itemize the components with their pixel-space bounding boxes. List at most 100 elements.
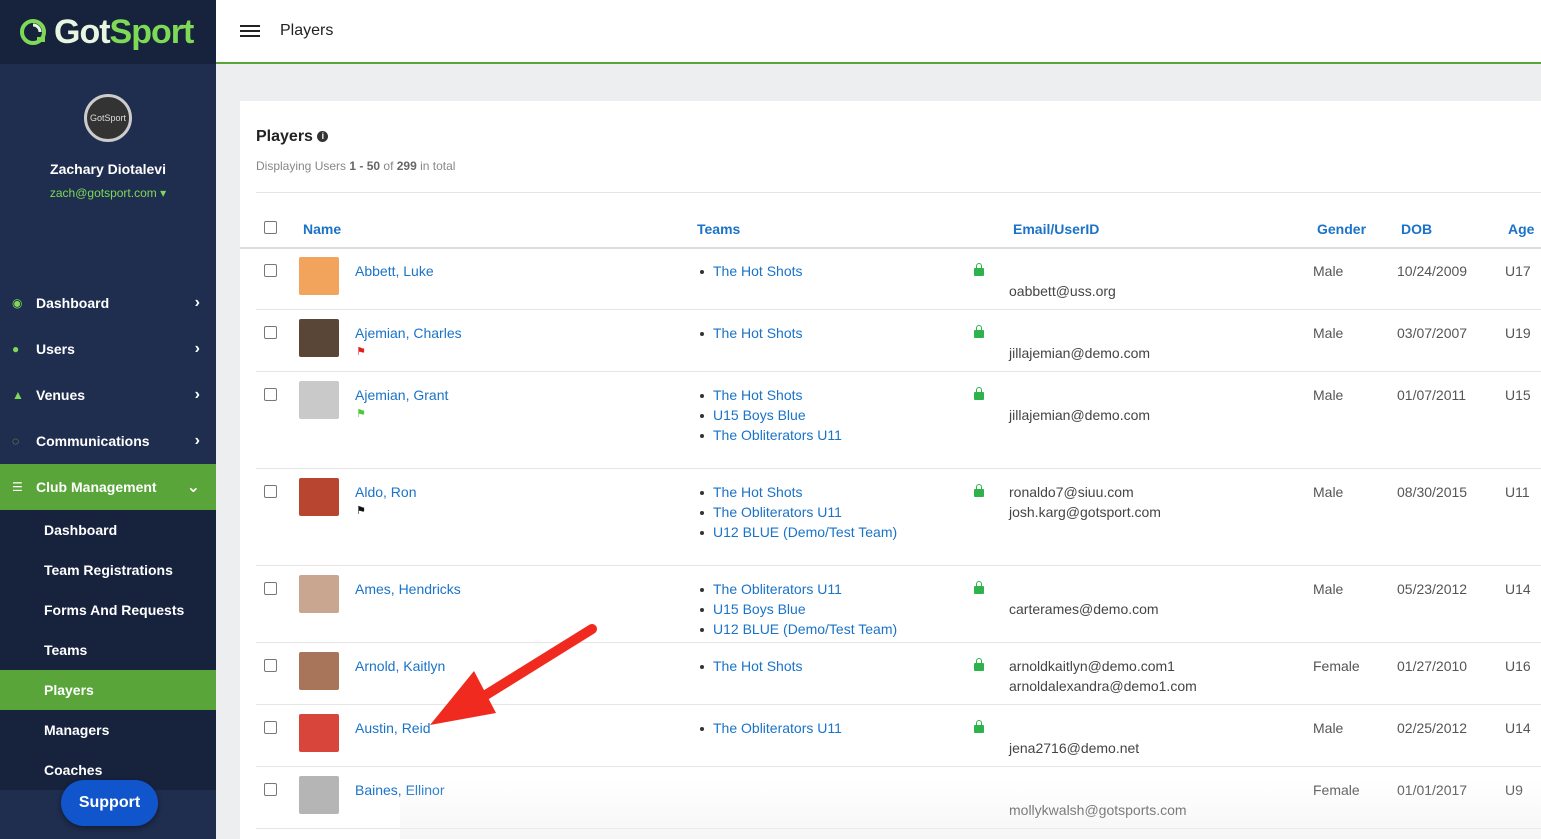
- row-checkbox[interactable]: [264, 659, 277, 672]
- email-text: mollykwalsh@gotsports.com: [1009, 802, 1187, 818]
- divider: [256, 192, 1541, 193]
- col-gender[interactable]: Gender: [1317, 221, 1366, 237]
- email-text: [1009, 782, 1187, 802]
- teams-list: The Obliterators U11 U15 Boys Blue U12 BLU…: [699, 581, 897, 641]
- hamburger-menu-icon[interactable]: [240, 22, 260, 40]
- col-teams[interactable]: Teams: [697, 221, 740, 237]
- team-link[interactable]: The Obliterators U11: [699, 720, 842, 740]
- row-checkbox[interactable]: [264, 388, 277, 401]
- row-checkbox[interactable]: [264, 264, 277, 277]
- home-icon: ▲: [12, 388, 24, 402]
- col-email[interactable]: Email/UserID: [1013, 221, 1099, 237]
- col-dob[interactable]: DOB: [1401, 221, 1432, 237]
- lock-icon: [974, 658, 984, 671]
- team-link[interactable]: The Hot Shots: [699, 325, 803, 345]
- email-text: [1009, 720, 1139, 740]
- teams-list: The Hot Shots: [699, 263, 803, 283]
- player-photo[interactable]: [299, 381, 339, 419]
- col-name[interactable]: Name: [303, 221, 341, 237]
- team-link[interactable]: U12 BLUE (Demo/Test Team): [699, 621, 897, 641]
- player-photo[interactable]: [299, 652, 339, 690]
- age-cell: U19: [1505, 325, 1531, 341]
- nav-venues[interactable]: ▲ Venues ›: [0, 372, 216, 418]
- player-photo[interactable]: [299, 575, 339, 613]
- player-name-link[interactable]: Baines, Ellinor: [355, 782, 445, 798]
- player-name-link[interactable]: Ames, Hendricks: [355, 581, 461, 597]
- subnav-dashboard[interactable]: Dashboard: [0, 510, 216, 550]
- age-cell: U14: [1505, 581, 1531, 597]
- nav-communications[interactable]: ◌ Communications ›: [0, 418, 216, 464]
- email-cell: mollykwalsh@gotsports.com: [1009, 782, 1187, 822]
- avatar[interactable]: GotSport: [84, 94, 132, 142]
- table-row: Aldo, Ron ⚑ The Hot Shots The Obliterators …: [256, 469, 1541, 566]
- nav-users[interactable]: ● Users ›: [0, 326, 216, 372]
- subnav-teams[interactable]: Teams: [0, 630, 216, 670]
- chevron-right-icon: ›: [194, 432, 200, 449]
- player-name-link[interactable]: Aldo, Ron: [355, 484, 416, 500]
- age-cell: U16: [1505, 658, 1531, 674]
- team-link[interactable]: The Obliterators U11: [699, 504, 897, 524]
- logo-text: GotSport: [54, 12, 194, 51]
- list-icon: ☰: [12, 480, 23, 494]
- select-all-checkbox[interactable]: [264, 221, 277, 234]
- age-cell: U17: [1505, 263, 1531, 279]
- nav-dashboard[interactable]: ◉ Dashboard ›: [0, 280, 216, 326]
- email-text: arnoldkaitlyn@demo.com1: [1009, 658, 1175, 674]
- gender-cell: Male: [1313, 325, 1344, 341]
- row-checkbox[interactable]: [264, 783, 277, 796]
- team-link[interactable]: U15 Boys Blue: [699, 601, 897, 621]
- subnav-forms-and-requests[interactable]: Forms And Requests: [0, 590, 216, 630]
- email-text: josh.karg@gotsport.com: [1009, 504, 1161, 520]
- player-photo[interactable]: [299, 319, 339, 357]
- chevron-right-icon: ›: [194, 294, 200, 311]
- player-name-link[interactable]: Ajemian, Grant: [355, 387, 448, 403]
- support-button[interactable]: Support: [61, 780, 158, 826]
- email-cell: arnoldkaitlyn@demo.com1 arnoldalexandra@d…: [1009, 658, 1197, 698]
- col-age[interactable]: Age: [1508, 221, 1534, 237]
- row-checkbox[interactable]: [264, 485, 277, 498]
- subnav-managers[interactable]: Managers: [0, 710, 216, 750]
- row-checkbox[interactable]: [264, 721, 277, 734]
- lock-icon: [974, 484, 984, 497]
- team-link[interactable]: U15 Boys Blue: [699, 407, 842, 427]
- team-link[interactable]: The Hot Shots: [699, 658, 803, 678]
- player-photo[interactable]: [299, 776, 339, 814]
- row-checkbox[interactable]: [264, 326, 277, 339]
- email-text: [1009, 263, 1116, 283]
- user-profile: GotSport Zachary Diotalevi zach@gotsport…: [0, 64, 216, 280]
- info-icon[interactable]: i: [317, 131, 329, 143]
- top-bar: Players: [216, 0, 1541, 64]
- logo[interactable]: GotSport: [0, 0, 216, 64]
- teams-list: The Hot Shots U15 Boys Blue The Obliterato…: [699, 387, 842, 447]
- gender-cell: Male: [1313, 581, 1344, 597]
- chevron-right-icon: ›: [194, 340, 200, 357]
- dob-cell: 08/30/2015: [1397, 484, 1468, 500]
- gotsport-logo-icon: [20, 19, 46, 45]
- gender-cell: Male: [1313, 387, 1344, 403]
- card-title: Players i: [256, 128, 329, 146]
- table-row: Ajemian, Charles ⚑ The Hot Shots jillajemia…: [256, 310, 1541, 372]
- player-name-link[interactable]: Ajemian, Charles: [355, 325, 462, 341]
- dob-cell: 05/23/2012: [1397, 581, 1468, 597]
- team-link[interactable]: The Hot Shots: [699, 263, 803, 283]
- teams-list: The Hot Shots: [699, 658, 803, 678]
- age-cell: U14: [1505, 720, 1531, 736]
- player-photo[interactable]: [299, 257, 339, 295]
- subnav-players[interactable]: Players: [0, 670, 216, 710]
- team-link[interactable]: The Hot Shots: [699, 484, 897, 504]
- player-photo[interactable]: [299, 714, 339, 752]
- nav-club-management[interactable]: ☰ Club Management ⌄: [0, 464, 216, 510]
- row-checkbox[interactable]: [264, 582, 277, 595]
- team-link[interactable]: The Obliterators U11: [699, 427, 842, 447]
- team-link[interactable]: The Obliterators U11: [699, 581, 897, 601]
- team-link[interactable]: U12 BLUE (Demo/Test Team): [699, 524, 897, 544]
- user-email-dropdown[interactable]: zach@gotsport.com ▾: [0, 186, 216, 200]
- dob-cell: 01/27/2010: [1397, 658, 1468, 674]
- subnav-team-registrations[interactable]: Team Registrations: [0, 550, 216, 590]
- player-photo[interactable]: [299, 478, 339, 516]
- email-cell: jillajemian@demo.com: [1009, 387, 1150, 427]
- team-link[interactable]: The Hot Shots: [699, 387, 842, 407]
- caret-down-icon: ▾: [160, 186, 167, 200]
- player-name-link[interactable]: Abbett, Luke: [355, 263, 434, 279]
- email-text: ronaldo7@siuu.com: [1009, 484, 1134, 500]
